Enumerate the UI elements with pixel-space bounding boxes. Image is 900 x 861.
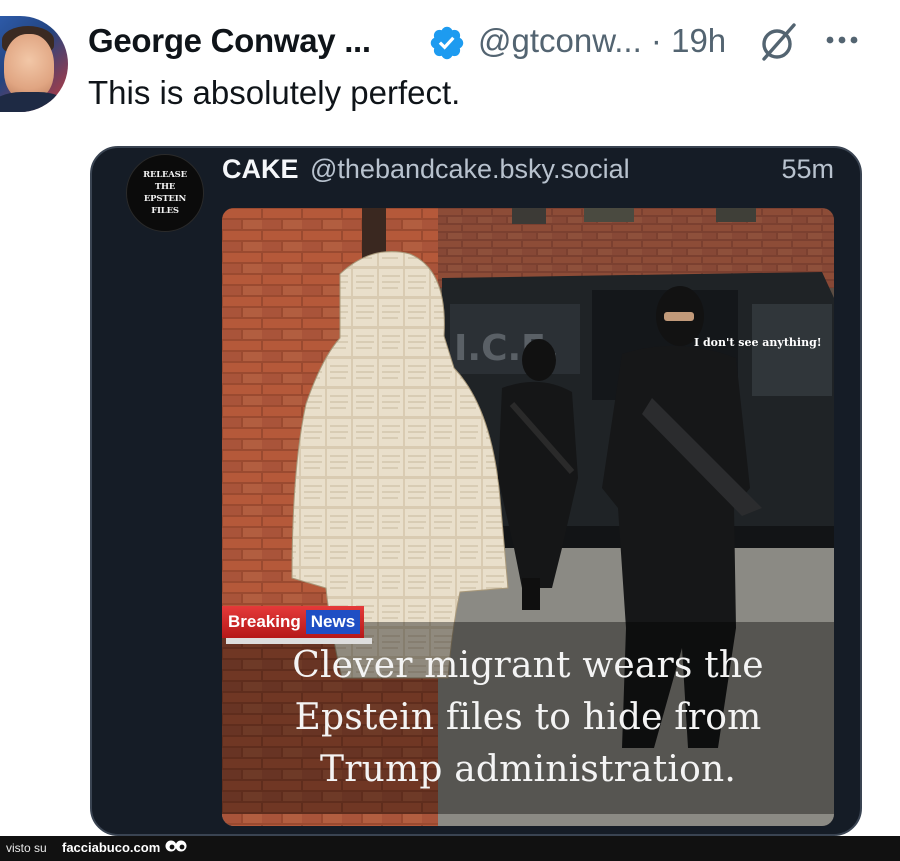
meme-caption: Clever migrant wears the Epstein files t… [222,640,834,796]
news-label: News [305,610,361,634]
author-name[interactable]: George Conway ... [88,22,371,60]
post-time[interactable]: 19h [671,22,726,59]
watermark-prefix: visto su [6,841,47,855]
avatar-text-line: THE [154,182,176,192]
avatar-suit [0,92,68,112]
caption-line: Clever migrant wears the [292,645,764,686]
author-avatar[interactable] [0,16,68,112]
quoted-author-avatar[interactable]: RELEASE THE EPSTEIN FILES [126,154,204,232]
more-options-icon[interactable] [822,24,862,56]
breaking-label: Breaking [228,612,301,631]
eyes-logo-icon [165,840,187,852]
meme-image[interactable]: I.C.E. I don't see anything! Breaking Ne… [222,208,834,826]
caption-line: Trump administration. [320,749,736,790]
watermark-site: facciabuco.com [62,840,161,855]
quoted-author-name[interactable]: CAKE [222,154,299,185]
author-handle[interactable]: @gtconw... [478,22,642,59]
caption-line: Epstein files to hide from [294,697,762,738]
breaking-news-badge: Breaking News [222,606,365,638]
avatar-text-line: FILES [151,206,179,216]
watermark-bar: visto su facciabuco.com [0,836,900,861]
meta-separator: · [650,22,662,59]
avatar-face [4,34,54,100]
speech-quote: I don't see anything! [694,336,822,349]
author-handle-time[interactable]: @gtconw... · 19h [478,22,726,60]
avatar-text-line: RELEASE [143,170,187,180]
quoted-post-card[interactable]: RELEASE THE EPSTEIN FILES CAKE @thebandc… [90,146,862,836]
avatar-text-line: EPSTEIN [143,194,187,204]
grok-icon[interactable] [758,22,800,62]
quoted-author-handle[interactable]: @thebandcake.bsky.social [310,154,630,185]
tweet-text: This is absolutely perfect. [88,74,461,111]
quoted-post-time: 55m [781,154,834,184]
verified-badge-icon [430,26,464,60]
